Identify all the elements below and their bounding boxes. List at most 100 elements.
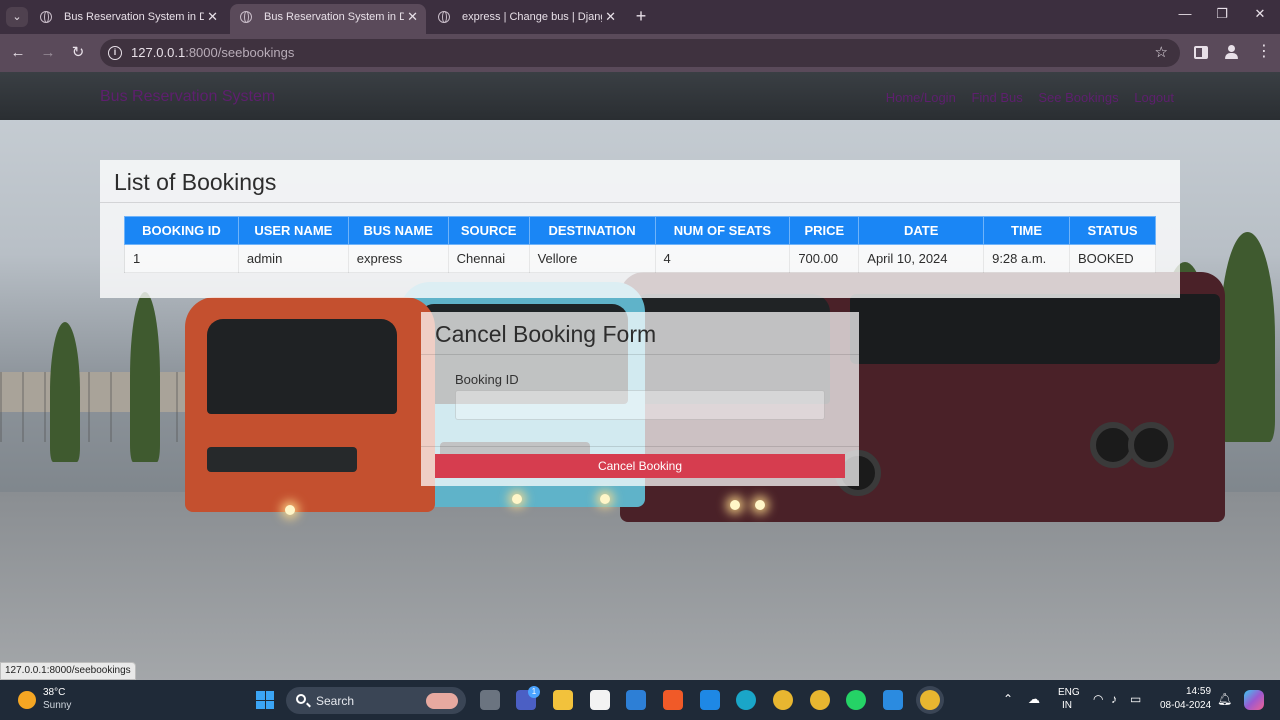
tab-search-chevron-icon[interactable]: ⌄ <box>6 7 28 27</box>
clock-date[interactable]: 08-04-2024 <box>1160 700 1211 711</box>
browser-tab-3[interactable]: express | Change bus | Django ✕ <box>428 4 624 34</box>
file-explorer-icon[interactable] <box>553 690 573 710</box>
teams-notification-badge: 1 <box>528 686 540 698</box>
notepad-icon[interactable] <box>590 690 610 710</box>
brave-browser-icon[interactable] <box>663 690 683 710</box>
profile-icon[interactable] <box>1224 44 1240 60</box>
task-view-icon[interactable] <box>480 690 500 710</box>
browser-tab-2-active[interactable]: Bus Reservation System in Djan ✕ <box>230 4 426 34</box>
cancel-booking-form: Cancel Booking Form Booking ID Cancel Bo… <box>421 312 859 486</box>
address-bar[interactable]: i 127.0.0.1:8000/seebookings ☆ <box>100 39 1180 67</box>
nav-find-bus[interactable]: Find Bus <box>971 90 1022 105</box>
volume-icon[interactable]: ♪ <box>1111 692 1117 706</box>
forward-arrow-icon[interactable]: → <box>38 43 58 63</box>
column-header: DATE <box>858 216 985 245</box>
table-header-row: BOOKING ID USER NAME BUS NAME SOURCE DES… <box>124 216 1157 245</box>
edge-browser-icon[interactable] <box>736 690 756 710</box>
notification-bell-icon[interactable]: 🔔︎ <box>1217 692 1232 706</box>
tab-close-icon[interactable]: ✕ <box>407 4 418 30</box>
divider <box>421 446 859 447</box>
microsoft-store-icon[interactable] <box>626 690 646 710</box>
search-label: Search <box>316 694 355 708</box>
browser-tab-1[interactable]: Bus Reservation System in Djan ✕ <box>30 4 226 34</box>
cell-time: 9:28 a.m. <box>983 244 1070 273</box>
column-header: SOURCE <box>447 216 530 245</box>
divider <box>421 354 859 355</box>
nav-see-bookings[interactable]: See Bookings <box>1038 90 1118 105</box>
column-header: DESTINATION <box>528 216 656 245</box>
globe-icon <box>240 11 252 23</box>
chrome-active-icon[interactable] <box>920 690 940 710</box>
site-navbar: Bus Reservation System Home/Login Find B… <box>0 72 1280 120</box>
bookings-table: BOOKING ID USER NAME BUS NAME SOURCE DES… <box>124 216 1157 273</box>
form-title: Cancel Booking Form <box>435 321 657 347</box>
tab-close-icon[interactable]: ✕ <box>605 4 616 30</box>
mail-icon[interactable] <box>700 690 720 710</box>
site-nav-links: Home/Login Find Bus See Bookings Logout <box>874 90 1174 105</box>
browser-toolbar: ← → ↻ i 127.0.0.1:8000/seebookings ☆ ⋮ <box>0 34 1280 72</box>
region-indicator[interactable]: IN <box>1062 700 1072 711</box>
column-header: TIME <box>983 216 1070 245</box>
browser-tab-strip: ⌄ Bus Reservation System in Djan ✕ Bus R… <box>0 0 1280 34</box>
window-close-button[interactable]: ✕ <box>1248 6 1272 22</box>
search-icon <box>296 694 306 704</box>
table-row: 1 admin express Chennai Vellore 4 700.00… <box>124 244 1157 273</box>
chrome-icon[interactable] <box>773 690 793 710</box>
globe-icon <box>40 11 52 23</box>
language-indicator[interactable]: ENG <box>1058 687 1080 698</box>
bookings-panel: List of Bookings BOOKING ID USER NAME BU… <box>100 160 1180 298</box>
weather-sun-icon[interactable] <box>18 691 36 709</box>
nav-home-login[interactable]: Home/Login <box>886 90 956 105</box>
page-viewport: Bus Reservation System Home/Login Find B… <box>0 72 1280 680</box>
cell-num-seats: 4 <box>654 244 791 273</box>
cell-source: Chennai <box>447 244 530 273</box>
wifi-icon[interactable]: ◠ <box>1093 692 1103 706</box>
side-panel-icon[interactable] <box>1194 46 1208 59</box>
cell-booking-id: 1 <box>124 244 239 273</box>
windows-taskbar: 38°C Sunny Search ⌃ ☁ ENG IN ◠ ♪ ▭ 14:59… <box>0 680 1280 720</box>
column-header: BUS NAME <box>347 216 449 245</box>
bookmark-star-icon[interactable]: ☆ <box>1155 43 1168 61</box>
booking-id-label: Booking ID <box>455 372 519 387</box>
clock-time[interactable]: 14:59 <box>1186 686 1211 697</box>
site-brand[interactable]: Bus Reservation System <box>100 88 275 106</box>
minimize-button[interactable]: — <box>1173 6 1197 21</box>
bus-image-red <box>185 297 435 515</box>
column-header: NUM OF SEATS <box>654 216 791 245</box>
tab-close-icon[interactable]: ✕ <box>207 4 218 30</box>
tab-title: Bus Reservation System in Djan <box>264 11 404 23</box>
cell-price: 700.00 <box>789 244 860 273</box>
chrome-profile-icon[interactable] <box>810 690 830 710</box>
copilot-icon[interactable] <box>1244 690 1264 710</box>
column-header: USER NAME <box>237 216 349 245</box>
nav-logout[interactable]: Logout <box>1134 90 1174 105</box>
onedrive-cloud-icon[interactable]: ☁ <box>1028 692 1040 706</box>
url-text[interactable]: 127.0.0.1:8000/seebookings <box>131 45 294 60</box>
new-tab-button[interactable]: + <box>632 6 650 26</box>
booking-id-input[interactable] <box>455 390 825 420</box>
cell-bus-name: express <box>347 244 449 273</box>
weather-condition[interactable]: Sunny <box>43 700 71 711</box>
link-status-bubble: 127.0.0.1:8000/seebookings <box>0 662 136 680</box>
cancel-booking-button[interactable]: Cancel Booking <box>435 454 845 478</box>
column-header: BOOKING ID <box>124 216 239 245</box>
whatsapp-icon[interactable] <box>846 690 866 710</box>
maximize-button[interactable]: ❐ <box>1210 6 1234 22</box>
taskbar-search[interactable]: Search <box>286 687 466 714</box>
windows-start-icon[interactable] <box>256 691 274 709</box>
column-header: PRICE <box>789 216 860 245</box>
tray-chevron-up-icon[interactable]: ⌃ <box>1003 692 1013 706</box>
cell-status: BOOKED <box>1068 244 1157 273</box>
bookings-title: List of Bookings <box>114 169 277 195</box>
tab-title: express | Change bus | Django <box>462 11 602 23</box>
weather-temperature[interactable]: 38°C <box>43 687 65 698</box>
search-highlight-image <box>426 693 458 709</box>
reload-icon[interactable]: ↻ <box>68 43 88 63</box>
back-arrow-icon[interactable]: ← <box>8 43 28 63</box>
divider <box>100 202 1180 203</box>
site-info-icon[interactable]: i <box>108 46 122 60</box>
battery-icon[interactable]: ▭ <box>1130 692 1141 706</box>
cell-destination: Vellore <box>528 244 656 273</box>
browser-menu-icon[interactable]: ⋮ <box>1256 43 1272 61</box>
vscode-icon[interactable] <box>883 690 903 710</box>
